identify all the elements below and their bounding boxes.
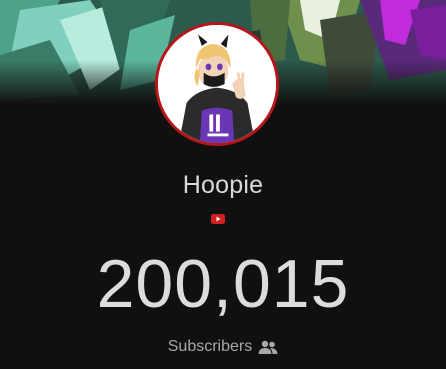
- youtube-icon: [211, 214, 225, 224]
- subscribers-label: Subscribers: [167, 338, 253, 355]
- people-icon: [258, 340, 278, 354]
- channel-name: Hoopie: [182, 171, 264, 199]
- subscriber-counter-card: Hoopie 200,015 Subscribers: [0, 0, 446, 369]
- channel-avatar[interactable]: [155, 22, 279, 146]
- subscriber-count: 200,015: [96, 246, 350, 322]
- character-avatar-icon: [158, 25, 276, 143]
- subscribers-label-row: Subscribers: [0, 336, 446, 358]
